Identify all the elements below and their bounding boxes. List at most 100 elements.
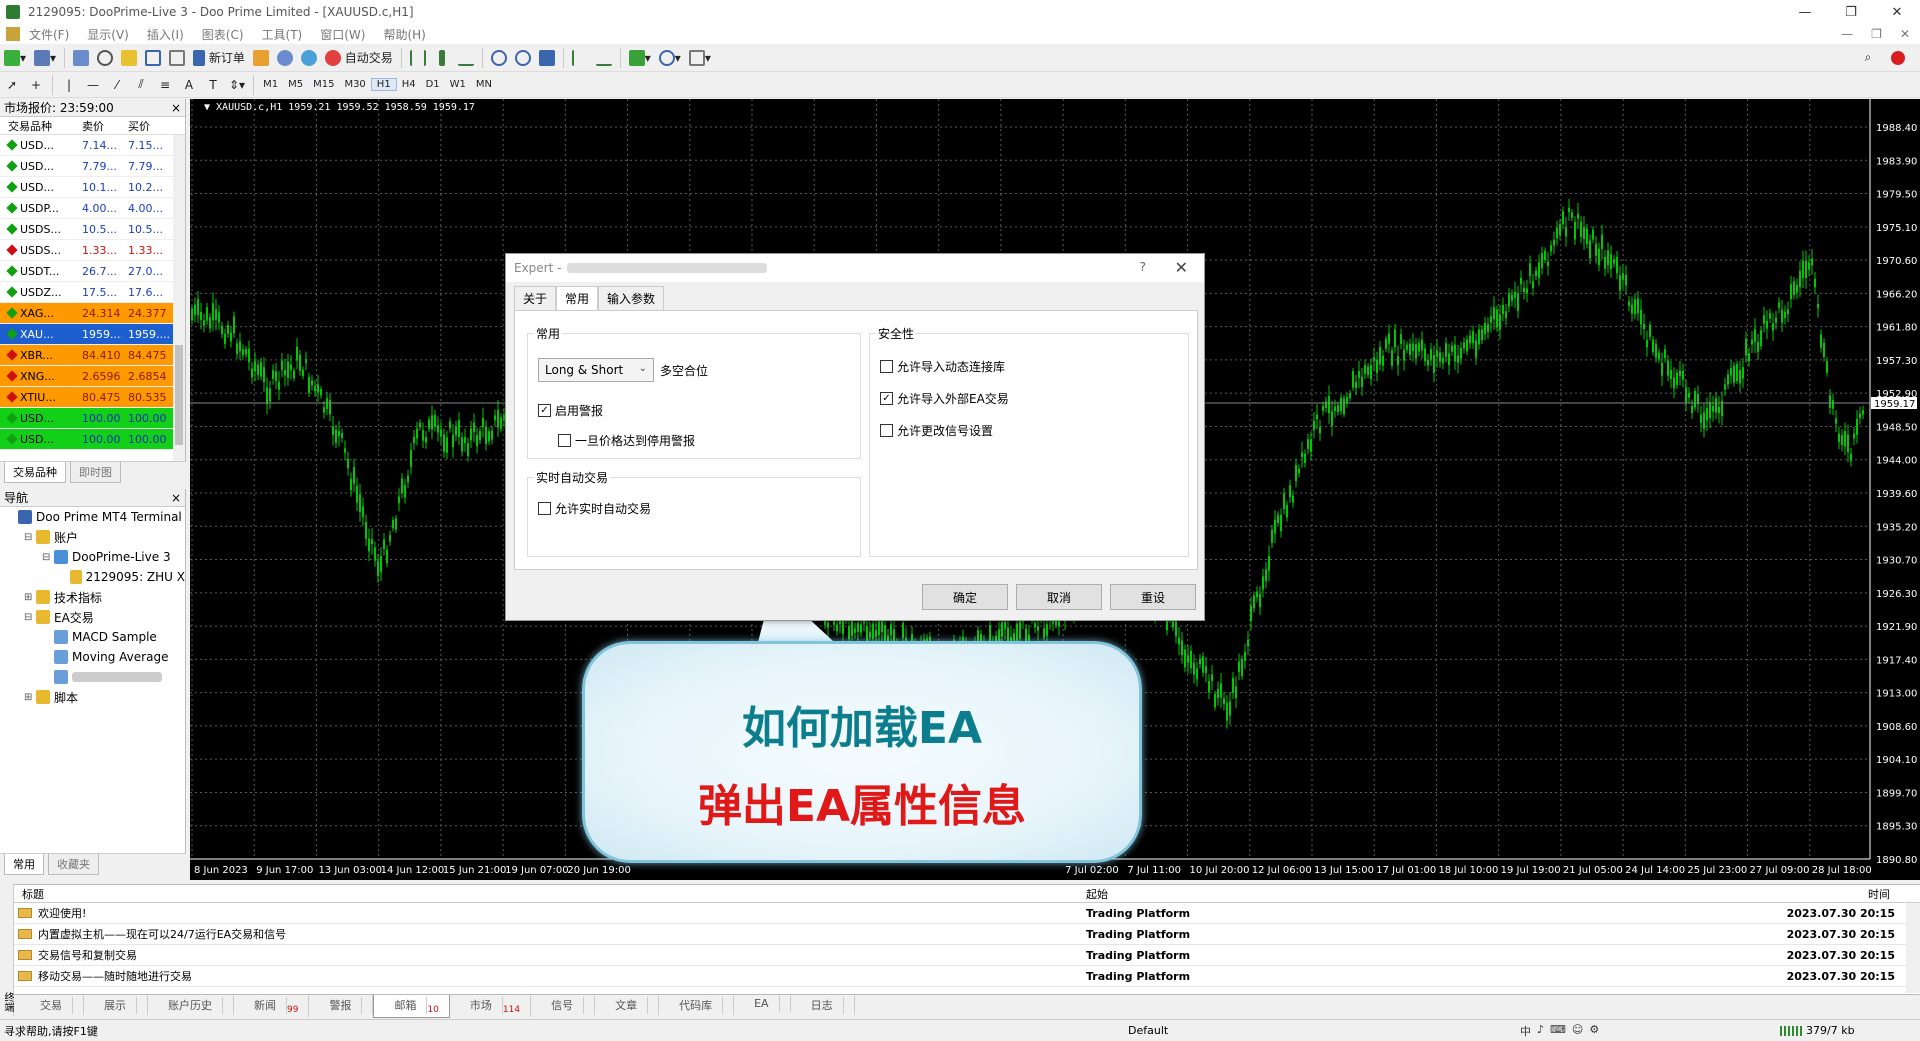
timeframe-m1[interactable]: M1 xyxy=(258,79,283,90)
ime-keyboard-icon[interactable]: ⌨ xyxy=(1550,1023,1566,1039)
notifications-button[interactable] xyxy=(1887,47,1909,69)
market-watch-row[interactable]: USDP... 4.00... 4.00... xyxy=(0,198,185,219)
terminal-tab[interactable]: 信号 xyxy=(531,995,596,1015)
mailbox-scrollbar[interactable] xyxy=(1906,903,1920,993)
terminal-tab[interactable]: 邮箱 10 xyxy=(373,995,450,1019)
fibonacci-button[interactable]: ≡ xyxy=(154,74,176,96)
market-button[interactable] xyxy=(298,47,320,69)
vertical-line-button[interactable]: | xyxy=(58,74,80,96)
navigator-item[interactable]: ⊞ 技术指标 xyxy=(0,587,185,607)
timeframe-m15[interactable]: M15 xyxy=(308,79,339,90)
navigator-item[interactable]: ⊞ 脚本 xyxy=(0,687,185,707)
market-watch-row[interactable]: XNG... 2.6596 2.6854 xyxy=(0,366,185,387)
navigator-item[interactable]: ⊟ DooPrime-Live 3 xyxy=(0,547,185,567)
navigator-close-button[interactable]: × xyxy=(171,491,181,505)
mail-row[interactable]: 欢迎使用! Trading Platform 2023.07.30 20:15 xyxy=(0,903,1920,924)
ime-punct-icon[interactable]: ♪ xyxy=(1537,1023,1544,1039)
allow-live-trading-box[interactable] xyxy=(538,502,551,515)
child-minimize-button[interactable]: — xyxy=(1841,27,1853,41)
trendline-button[interactable]: ⁄ xyxy=(106,74,128,96)
profiles-button[interactable]: ▾ xyxy=(31,47,59,69)
navigator-item[interactable] xyxy=(0,667,185,687)
terminal-tab[interactable]: 新闻 99 xyxy=(234,995,310,1018)
market-watch-row[interactable]: USD... 10.1... 10.2... xyxy=(0,177,185,198)
market-watch-row[interactable]: XAU... 1959.... 1959.... xyxy=(0,324,185,345)
navigator-item[interactable]: ⊟ EA交易 xyxy=(0,607,185,627)
timeframe-d1[interactable]: D1 xyxy=(421,79,445,90)
terminal-tab[interactable]: 市场 114 xyxy=(450,995,532,1018)
timeframe-w1[interactable]: W1 xyxy=(445,79,471,90)
terminal-tab[interactable]: 展示 xyxy=(84,995,148,1015)
navigator-item[interactable]: Moving Average xyxy=(0,647,185,667)
zoom-in-button[interactable] xyxy=(488,47,510,69)
strategy-tester-toggle[interactable] xyxy=(166,47,188,69)
market-watch-row[interactable]: XTIU... 80.475 80.535 xyxy=(0,387,185,408)
menu-view[interactable]: 显示(V) xyxy=(78,26,138,43)
market-watch-row[interactable]: USDS... 10.5... 10.5... xyxy=(0,219,185,240)
zoom-out-button[interactable] xyxy=(512,47,534,69)
disable-on-price-checkbox[interactable]: 一旦价格达到停用警报 xyxy=(558,432,695,449)
navigator-toggle[interactable] xyxy=(118,47,140,69)
terminal-tab[interactable]: EA xyxy=(734,995,791,1012)
column-symbol[interactable]: 交易品种 xyxy=(0,118,76,134)
terminal-tab[interactable]: 代码库 xyxy=(659,995,735,1015)
column-from[interactable]: 起始 xyxy=(1086,886,1108,902)
market-watch-row[interactable]: USD... 7.79... 7.79... xyxy=(0,156,185,177)
child-close-button[interactable]: ✕ xyxy=(1900,27,1910,41)
restore-button[interactable]: ❐ xyxy=(1828,0,1874,24)
enable-alerts-box[interactable]: ✓ xyxy=(538,404,551,417)
ime-emoji-icon[interactable]: ☺ xyxy=(1572,1023,1583,1039)
indicators-button[interactable]: ▾ xyxy=(626,47,654,69)
chart-shift-button[interactable] xyxy=(593,47,615,69)
navigator-item[interactable]: MACD Sample xyxy=(0,627,185,647)
column-subject[interactable]: 标题 xyxy=(22,886,44,902)
close-button[interactable]: ✕ xyxy=(1874,0,1920,24)
tab-common-settings[interactable]: 常用 xyxy=(556,286,599,310)
data-window-toggle[interactable] xyxy=(94,47,116,69)
column-bid[interactable]: 卖价 xyxy=(76,118,122,134)
navigator-item[interactable]: Doo Prime MT4 Terminal xyxy=(0,507,185,527)
mail-row[interactable]: 交易信号和复制交易 Trading Platform 2023.07.30 20:1… xyxy=(0,945,1920,966)
dialog-close-button[interactable]: ✕ xyxy=(1175,258,1188,277)
enable-alerts-checkbox[interactable]: ✓ 启用警报 xyxy=(538,402,603,419)
allow-dll-checkbox[interactable]: 允许导入动态连接库 xyxy=(880,358,1005,375)
column-time[interactable]: 时间 xyxy=(1868,886,1890,902)
line-chart-button[interactable] xyxy=(455,47,477,69)
tree-toggle-icon[interactable]: ⊟ xyxy=(24,532,36,543)
arrows-button[interactable]: ⇕▾ xyxy=(226,74,248,96)
market-watch-row[interactable]: USD... 100.00 100.00 xyxy=(0,429,185,450)
horizontal-line-button[interactable]: — xyxy=(82,74,104,96)
market-watch-row[interactable]: USD... 7.14... 7.15... xyxy=(0,135,185,156)
tree-toggle-icon[interactable]: ⊟ xyxy=(24,612,36,623)
market-watch-scrollbar[interactable] xyxy=(173,135,185,461)
tab-about[interactable]: 关于 xyxy=(514,286,557,310)
mail-row[interactable]: 移动交易——随时随地进行交易 Trading Platform 2023.07.30… xyxy=(0,966,1920,987)
tab-common[interactable]: 常用 xyxy=(4,854,44,875)
timeframe-m5[interactable]: M5 xyxy=(283,79,308,90)
navigator-item[interactable]: ⊟ 账户 xyxy=(0,527,185,547)
cursor-button[interactable]: ➚ xyxy=(1,74,23,96)
disable-on-price-box[interactable] xyxy=(558,434,571,447)
candle-chart-button[interactable] xyxy=(431,47,453,69)
terminal-toggle[interactable] xyxy=(142,47,164,69)
auto-trading-button[interactable]: 自动交易 xyxy=(322,47,396,69)
tab-symbols[interactable]: 交易品种 xyxy=(4,462,66,483)
ime-settings-icon[interactable]: ⚙ xyxy=(1589,1023,1599,1039)
menu-tools[interactable]: 工具(T) xyxy=(253,26,312,43)
timeframe-m30[interactable]: M30 xyxy=(339,79,370,90)
text-label-button[interactable]: T xyxy=(202,74,224,96)
market-watch-row[interactable]: USDZ... 17.5... 17.6... xyxy=(0,282,185,303)
menu-charts[interactable]: 图表(C) xyxy=(193,26,253,43)
tab-favorites[interactable]: 收藏夹 xyxy=(48,854,99,875)
allow-signal-checkbox[interactable]: 允许更改信号设置 xyxy=(880,422,993,439)
market-watch-close-button[interactable]: × xyxy=(171,101,181,115)
market-watch-row[interactable]: XBR... 84.410 84.475 xyxy=(0,345,185,366)
dialog-help-button[interactable]: ? xyxy=(1140,260,1146,274)
child-restore-button[interactable]: ❐ xyxy=(1871,27,1882,41)
allow-external-checkbox[interactable]: ✓ 允许导入外部EA交易 xyxy=(880,390,1009,407)
tile-windows-button[interactable] xyxy=(536,47,558,69)
allow-live-trading-checkbox[interactable]: 允许实时自动交易 xyxy=(538,500,651,517)
ime-chinese-icon[interactable]: 中 xyxy=(1520,1023,1531,1039)
terminal-tab[interactable]: 日志 xyxy=(791,995,855,1015)
terminal-tab[interactable]: 账户历史 xyxy=(148,995,234,1015)
